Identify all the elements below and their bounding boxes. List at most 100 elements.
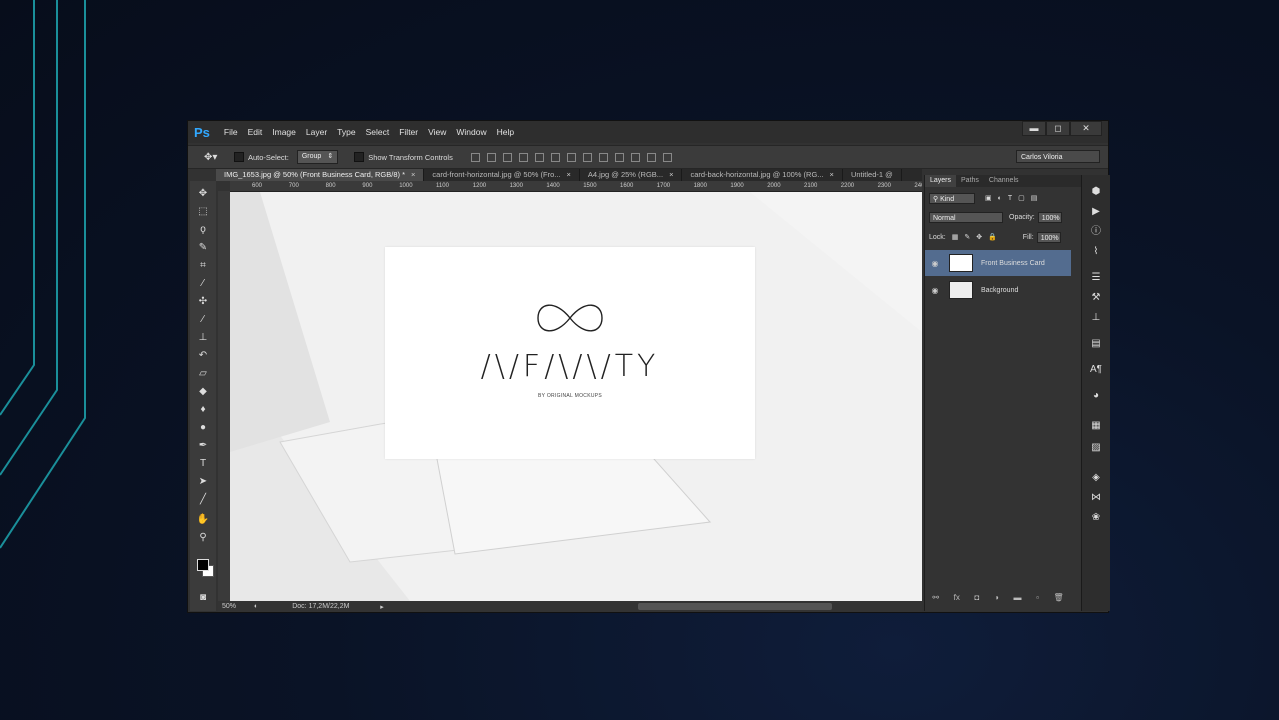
play-icon[interactable]: ▶: [1089, 205, 1103, 219]
tool-presets-icon[interactable]: ⚒: [1089, 291, 1103, 305]
ruler-horizontal[interactable]: 600 700 800 900 1000 1100 1200 1300 1400 1500 1600…: [230, 181, 922, 192]
zoom-level[interactable]: 50%: [222, 603, 254, 610]
distribute-bottom-icon[interactable]: [598, 152, 608, 162]
healing-brush-tool-icon[interactable]: ✣: [195, 295, 211, 309]
align-right-icon[interactable]: [550, 152, 560, 162]
new-layer-icon[interactable]: ▫: [1036, 593, 1039, 605]
quick-select-tool-icon[interactable]: ✎: [195, 241, 211, 255]
align-vcenter-icon[interactable]: [486, 152, 496, 162]
auto-select-checkbox[interactable]: [234, 152, 244, 162]
path-selection-tool-icon[interactable]: ➤: [195, 475, 211, 489]
auto-align-icon[interactable]: [662, 152, 672, 162]
swatches-icon[interactable]: ▦: [1089, 419, 1103, 433]
eyedropper-tool-icon[interactable]: ⁄: [195, 277, 211, 291]
menu-edit[interactable]: Edit: [248, 127, 263, 137]
close-icon[interactable]: ×: [567, 169, 571, 181]
distribute-top-icon[interactable]: [566, 152, 576, 162]
history-brush-tool-icon[interactable]: ↶: [195, 349, 211, 363]
menu-filter[interactable]: Filter: [399, 127, 418, 137]
eye-icon[interactable]: ◉: [929, 259, 941, 268]
type-tool-icon[interactable]: T: [195, 457, 211, 471]
menu-type[interactable]: Type: [337, 127, 355, 137]
fill-field[interactable]: 100%: [1036, 231, 1061, 243]
distribute-left-icon[interactable]: [614, 152, 624, 162]
adjustment-icon[interactable]: ◑: [994, 593, 999, 605]
transform-controls-checkbox[interactable]: [354, 152, 365, 162]
align-hcenter-icon[interactable]: [534, 152, 544, 162]
align-left-icon[interactable]: [518, 152, 528, 162]
menu-help[interactable]: Help: [497, 127, 514, 137]
align-bottom-icon[interactable]: [502, 152, 512, 162]
close-icon[interactable]: ×: [411, 169, 415, 181]
mask-icon[interactable]: ◘: [975, 593, 980, 605]
paint-bucket-tool-icon[interactable]: ◆: [195, 385, 211, 399]
distribute-right-icon[interactable]: [646, 152, 656, 162]
horizontal-scrollbar[interactable]: [638, 603, 832, 610]
filter-icons[interactable]: ▣◐T▢▤: [985, 194, 1043, 202]
align-top-icon[interactable]: [470, 152, 480, 162]
foreground-color-swatch[interactable]: [197, 559, 209, 571]
distribute-hcenter-icon[interactable]: [630, 152, 640, 162]
quick-mask-icon[interactable]: ◙: [195, 591, 211, 605]
tab-card-front[interactable]: card-front-horizontal.jpg @ 50% (Fro... ×: [424, 169, 580, 181]
tab-img-1653[interactable]: IMG_1653.jpg @ 50% (Front Business Card,…: [216, 169, 425, 181]
lock-icons[interactable]: ▦✎✥🔒: [952, 233, 1003, 241]
info-icon[interactable]: ⓘ: [1089, 225, 1103, 239]
layer-background[interactable]: ◉ Background: [925, 277, 1071, 303]
tab-card-back[interactable]: card-back-horizontal.jpg @ 100% (RG... ×: [682, 169, 843, 181]
move-tool-icon[interactable]: ✥: [195, 187, 211, 201]
color-icon[interactable]: ◕: [1089, 389, 1103, 403]
menu-view[interactable]: View: [428, 127, 446, 137]
link-icon[interactable]: ⚯: [932, 593, 939, 605]
eye-icon[interactable]: ◉: [929, 286, 941, 295]
tab-paths[interactable]: Paths: [956, 175, 984, 187]
move-tool-preset-icon[interactable]: ✥▾: [204, 152, 234, 163]
styles-icon[interactable]: ▨: [1089, 441, 1103, 455]
dodge-tool-icon[interactable]: ●: [195, 421, 211, 435]
paths-icon[interactable]: ⋈: [1089, 491, 1103, 505]
tab-layers[interactable]: Layers: [925, 175, 957, 187]
crop-tool-icon[interactable]: ⌗: [195, 259, 211, 273]
brush-presets-icon[interactable]: ⌇: [1089, 245, 1103, 259]
3d-icon[interactable]: ⬢: [1089, 185, 1103, 199]
adjustments-icon[interactable]: ☰: [1089, 271, 1103, 285]
clone-source-icon[interactable]: ⊥: [1089, 311, 1103, 325]
document-canvas[interactable]: /\/F/\/\/TY BY ORIGINAL MOCKUPS: [230, 192, 922, 601]
tab-a4[interactable]: A4.jpg @ 25% (RGB... ×: [580, 169, 683, 181]
channels-icon[interactable]: ❀: [1089, 511, 1103, 525]
lasso-tool-icon[interactable]: ϙ: [195, 223, 211, 237]
tab-untitled[interactable]: Untitled-1 @: [843, 169, 902, 181]
workspace-switcher[interactable]: Carlos Viloria: [1016, 150, 1100, 163]
kind-dropdown[interactable]: ⚲ Kind: [929, 192, 975, 204]
trash-icon[interactable]: 🗑: [1054, 593, 1064, 605]
menu-file[interactable]: File: [224, 127, 238, 137]
menu-layer[interactable]: Layer: [306, 127, 327, 137]
arrow-right-icon[interactable]: ▸: [380, 603, 384, 611]
opacity-field[interactable]: 100%: [1037, 211, 1062, 223]
maximize-button[interactable]: ◻: [1046, 121, 1070, 136]
minimize-button[interactable]: ▬: [1022, 121, 1046, 136]
close-icon[interactable]: ×: [669, 169, 673, 181]
character-icon[interactable]: A¶: [1089, 363, 1103, 377]
layers-icon[interactable]: ◈: [1089, 471, 1103, 485]
zoom-tool-icon[interactable]: ⚲: [195, 531, 211, 545]
blur-tool-icon[interactable]: ♦: [195, 403, 211, 417]
blend-mode-dropdown[interactable]: Normal: [929, 211, 1003, 223]
folder-icon[interactable]: ▬: [1013, 593, 1021, 605]
distribute-vcenter-icon[interactable]: [582, 152, 592, 162]
menu-select[interactable]: Select: [366, 127, 390, 137]
menu-window[interactable]: Window: [456, 127, 486, 137]
marquee-tool-icon[interactable]: ⬚: [195, 205, 211, 219]
close-icon[interactable]: ×: [830, 169, 834, 181]
tab-channels[interactable]: Channels: [984, 175, 1024, 187]
pen-tool-icon[interactable]: ✒: [195, 439, 211, 453]
close-button[interactable]: ✕: [1070, 121, 1102, 136]
fx-icon[interactable]: fx: [954, 593, 960, 605]
menu-image[interactable]: Image: [272, 127, 296, 137]
layer-front-business-card[interactable]: ◉ Front Business Card: [925, 250, 1071, 276]
brush-tool-icon[interactable]: ∕: [195, 313, 211, 327]
eraser-tool-icon[interactable]: ▱: [195, 367, 211, 381]
line-tool-icon[interactable]: ╱: [195, 493, 211, 507]
auto-select-dropdown[interactable]: Group ⇕: [296, 150, 339, 164]
notes-icon[interactable]: ▤: [1089, 337, 1103, 351]
